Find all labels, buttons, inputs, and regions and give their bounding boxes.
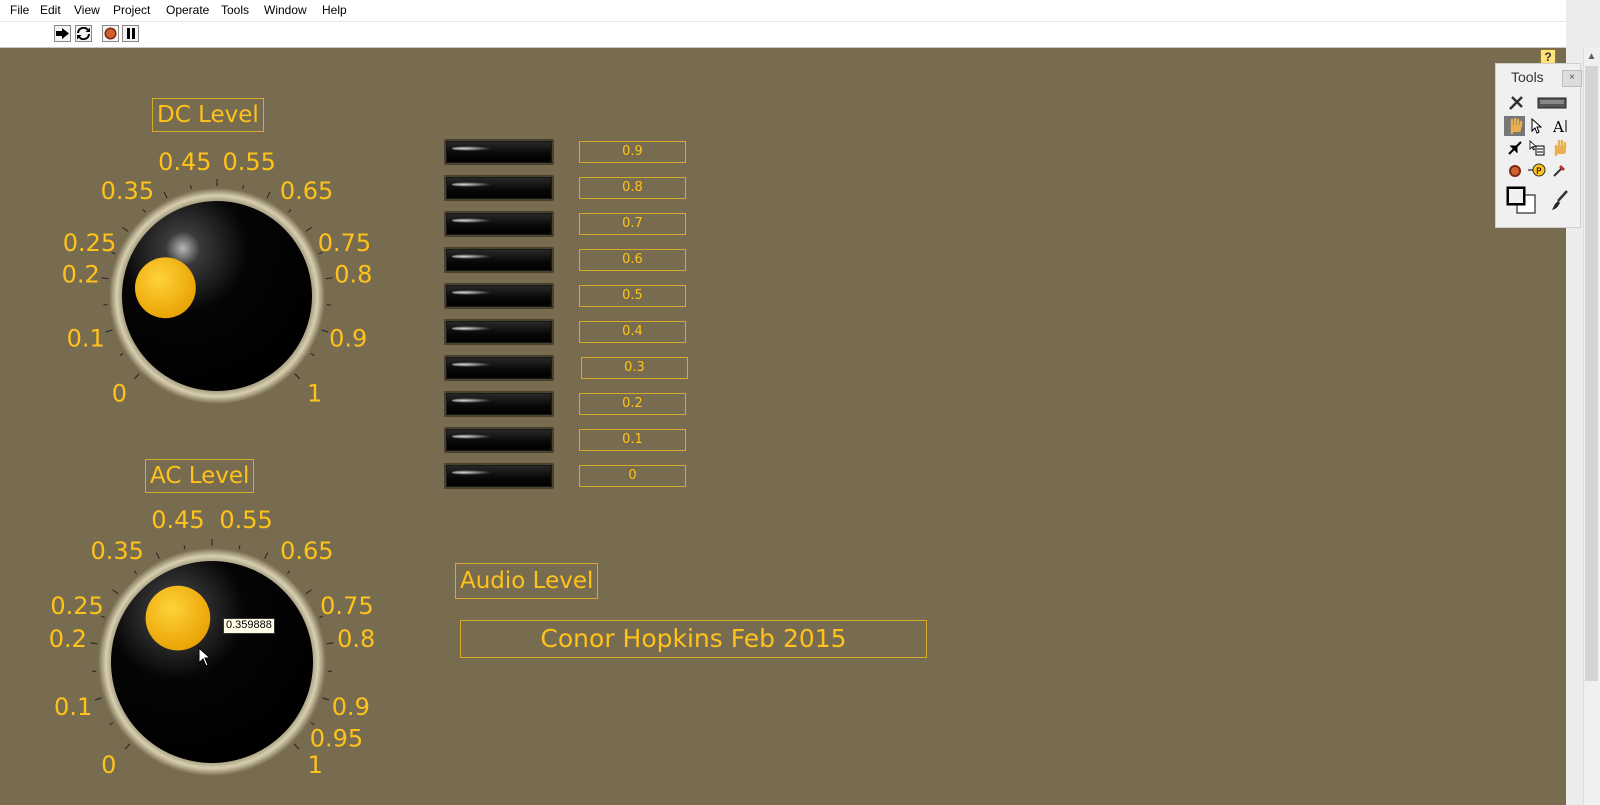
knob-tick bbox=[94, 697, 102, 701]
knob-indicator-dot[interactable] bbox=[145, 585, 211, 651]
level-threshold-label: 0.3 bbox=[581, 357, 688, 379]
level-led bbox=[444, 283, 554, 309]
set-color-icon[interactable] bbox=[1504, 184, 1538, 216]
knob-scale-label: 0.95 bbox=[310, 724, 363, 752]
paint-brush-icon[interactable] bbox=[1549, 186, 1570, 214]
knob-scale-label: 0.35 bbox=[90, 537, 143, 565]
knob-body[interactable] bbox=[111, 561, 313, 763]
knob-tick bbox=[155, 552, 160, 559]
knob-scale-label: 0.8 bbox=[337, 625, 375, 653]
level-threshold-label: 0.6 bbox=[579, 249, 686, 271]
svg-text:A: A bbox=[1552, 118, 1564, 134]
knob-scale-label: 0.25 bbox=[50, 592, 103, 620]
auto-tool-icon[interactable] bbox=[1506, 93, 1527, 113]
level-led bbox=[444, 211, 554, 237]
knob-scale-label: 0.55 bbox=[219, 506, 272, 534]
level-threshold-label: 0.1 bbox=[579, 429, 686, 451]
knob-tick bbox=[112, 589, 119, 595]
level-led bbox=[444, 175, 554, 201]
shortcut-menu-icon[interactable] bbox=[1526, 138, 1547, 158]
connect-wire-icon[interactable] bbox=[1504, 138, 1525, 158]
knob-tick bbox=[133, 570, 138, 575]
breakpoint-icon[interactable] bbox=[1504, 160, 1525, 180]
knob-tick bbox=[286, 570, 291, 575]
knob-scale-label: 0.75 bbox=[320, 592, 373, 620]
level-threshold-label: 0.8 bbox=[579, 177, 686, 199]
level-led bbox=[444, 463, 554, 489]
knob-tick bbox=[183, 545, 186, 550]
knob-scale-label: 0.9 bbox=[332, 693, 370, 721]
knob-tick bbox=[322, 697, 330, 701]
operate-hand-icon[interactable] bbox=[1504, 116, 1525, 136]
auto-tool-led-icon[interactable] bbox=[1535, 93, 1569, 113]
mouse-cursor-icon bbox=[198, 647, 212, 667]
knob-tick bbox=[238, 545, 241, 550]
level-led bbox=[444, 247, 554, 273]
level-threshold-label: 0 bbox=[579, 465, 686, 487]
close-icon[interactable]: × bbox=[1562, 70, 1582, 87]
knob-tick bbox=[293, 743, 300, 750]
knob-scale-label: 0.65 bbox=[280, 537, 333, 565]
knob-tick bbox=[264, 552, 269, 559]
knob-tick bbox=[124, 743, 131, 750]
scroll-hand-icon[interactable] bbox=[1549, 138, 1570, 158]
knob-scale-label: 0.2 bbox=[49, 625, 87, 653]
edit-text-icon[interactable]: A bbox=[1549, 116, 1570, 136]
svg-text:P: P bbox=[1536, 167, 1542, 177]
knob-value-tooltip: 0.359888 bbox=[223, 618, 275, 634]
knob-scale-label: 0.45 bbox=[151, 506, 204, 534]
level-led bbox=[444, 391, 554, 417]
tools-palette: Tools × A P bbox=[1495, 63, 1582, 228]
level-led bbox=[444, 427, 554, 453]
level-threshold-label: 0.7 bbox=[579, 213, 686, 235]
audio-level-label: Audio Level bbox=[455, 563, 599, 599]
level-threshold-label: 0.9 bbox=[579, 141, 686, 163]
level-threshold-label: 0.2 bbox=[579, 393, 686, 415]
knob-scale-label: 0.1 bbox=[54, 693, 92, 721]
knob-scale-label: 1 bbox=[308, 751, 323, 779]
level-led bbox=[444, 355, 554, 381]
ac-level-knob[interactable]: 0 0.1 0.2 0.25 0.35 0.45 0.55 0.65 0.75 0.8 0.9 0.9… bbox=[0, 0, 1600, 805]
level-led bbox=[444, 139, 554, 165]
level-threshold-label: 0.5 bbox=[579, 285, 686, 307]
position-arrow-icon[interactable] bbox=[1526, 116, 1547, 136]
knob-tick bbox=[326, 642, 334, 645]
color-copy-icon[interactable] bbox=[1549, 160, 1570, 180]
knob-tick bbox=[109, 722, 114, 726]
level-threshold-label: 0.4 bbox=[579, 321, 686, 343]
knob-scale-label: 0 bbox=[101, 751, 116, 779]
level-led bbox=[444, 319, 554, 345]
author-string-indicator: Conor Hopkins Feb 2015 bbox=[460, 620, 927, 658]
knob-tick bbox=[305, 589, 312, 595]
probe-icon[interactable]: P bbox=[1526, 160, 1547, 180]
knob-tick bbox=[90, 642, 98, 645]
tools-palette-title: Tools bbox=[1511, 69, 1544, 85]
